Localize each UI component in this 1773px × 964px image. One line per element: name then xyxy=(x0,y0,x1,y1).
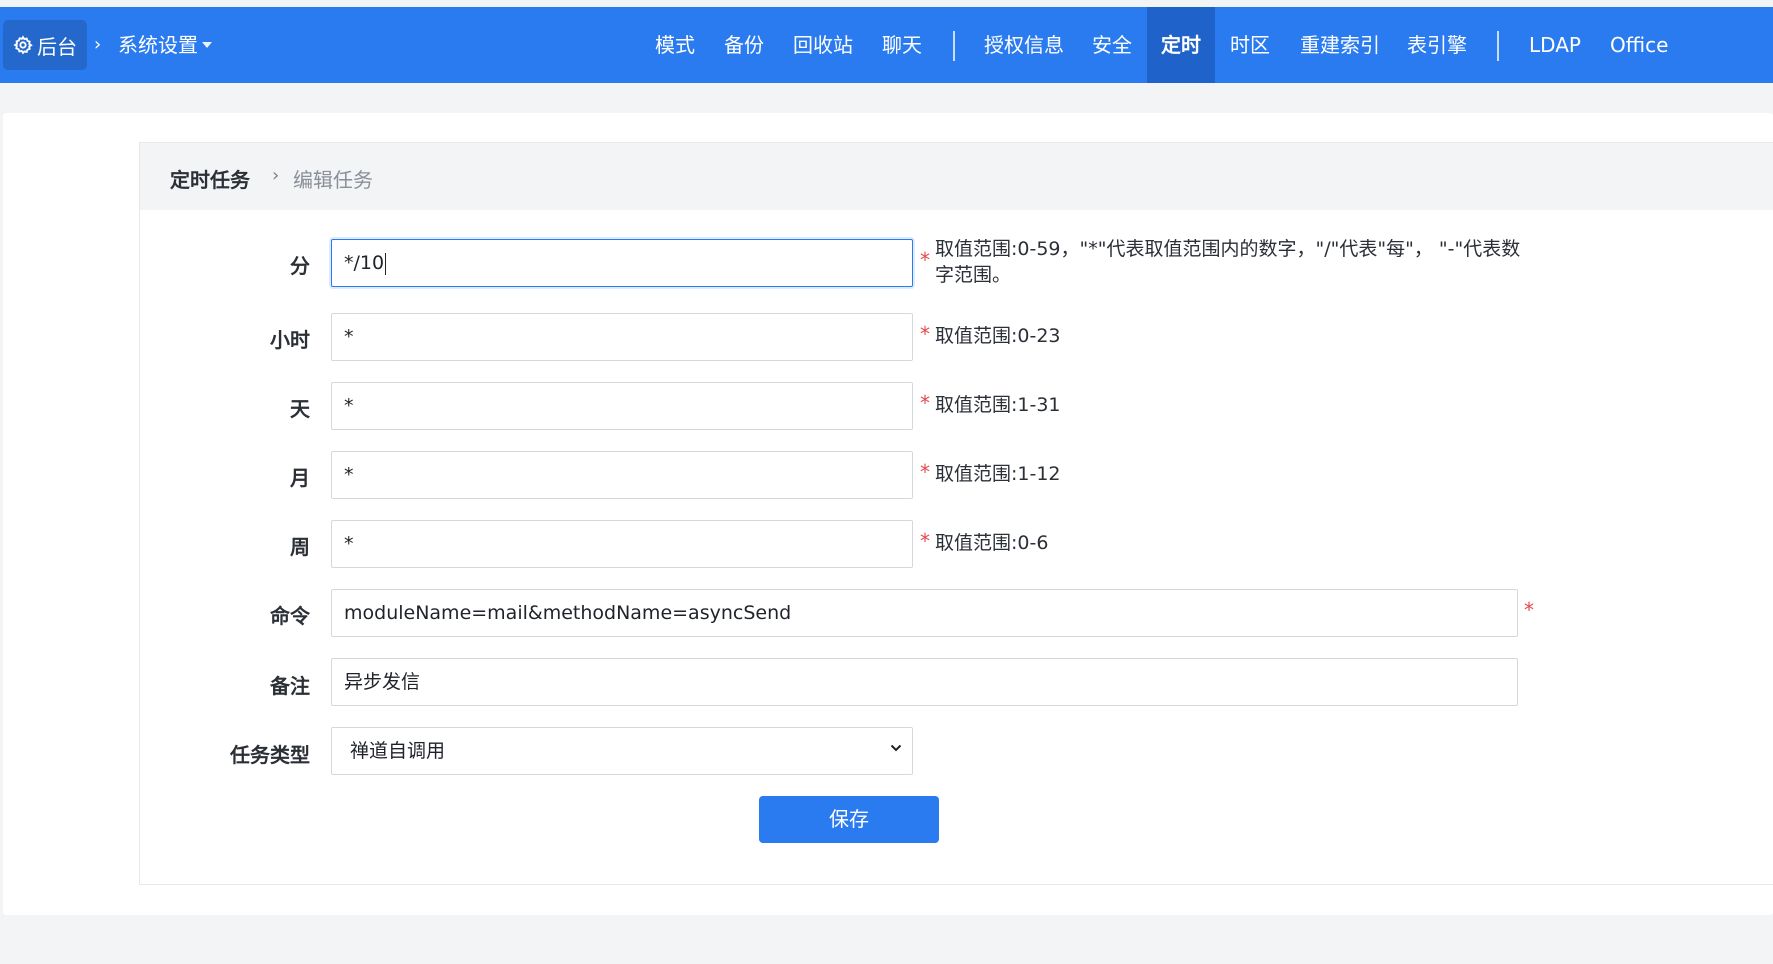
command-label: 命令 xyxy=(270,604,310,628)
save-button[interactable]: 保存 xyxy=(759,796,939,843)
required-mark: * xyxy=(920,529,930,553)
nav-backup[interactable]: 备份 xyxy=(724,7,764,83)
nav-chat[interactable]: 聊天 xyxy=(882,7,922,83)
week-hint: 取值范围:0-6 xyxy=(935,532,1049,554)
command-input[interactable]: moduleName=mail&methodName=asyncSend xyxy=(331,589,1518,637)
panel-title[interactable]: 定时任务 xyxy=(170,164,250,193)
remark-label: 备注 xyxy=(270,674,310,698)
minute-value: */10 xyxy=(344,252,385,274)
system-settings-label: 系统设置 xyxy=(118,33,198,57)
required-mark: * xyxy=(920,460,930,484)
hour-input[interactable]: * xyxy=(331,313,913,361)
panel-subtitle: 编辑任务 xyxy=(293,168,373,192)
month-hint: 取值范围:1-12 xyxy=(935,463,1061,485)
week-label: 周 xyxy=(290,535,310,559)
required-mark: * xyxy=(920,391,930,415)
top-navbar: 后台 › 系统设置 模式 备份 回收站 聊天 授权信息 安全 定时 时区 重建索… xyxy=(0,7,1773,83)
required-mark: * xyxy=(920,322,930,346)
minute-hint: 取值范围:0-59，"*"代表取值范围内的数字，"/"代表"每"， "-"代表数… xyxy=(935,238,1521,286)
panel-header: 定时任务 › 编辑任务 xyxy=(140,143,1773,210)
month-input[interactable]: * xyxy=(331,451,913,499)
nav-separator xyxy=(953,31,955,61)
system-settings-dropdown[interactable]: 系统设置 xyxy=(118,32,212,58)
day-label: 天 xyxy=(290,397,310,421)
minute-label: 分 xyxy=(290,254,310,278)
gear-icon xyxy=(13,35,33,55)
nav-license-info[interactable]: 授权信息 xyxy=(984,7,1064,83)
nav-security[interactable]: 安全 xyxy=(1092,7,1132,83)
nav-office[interactable]: Office xyxy=(1610,7,1668,83)
nav-rebuild-index[interactable]: 重建索引 xyxy=(1300,7,1380,83)
nav-mode[interactable]: 模式 xyxy=(655,7,695,83)
task-type-select[interactable]: 禅道自调用 xyxy=(331,727,913,775)
week-input[interactable]: * xyxy=(331,520,913,568)
required-mark: * xyxy=(920,248,930,272)
minute-input[interactable]: */10 xyxy=(331,239,913,287)
nav-ldap[interactable]: LDAP xyxy=(1529,7,1581,83)
text-cursor xyxy=(385,252,387,275)
remark-input[interactable]: 异步发信 xyxy=(331,658,1518,706)
admin-home-label: 后台 xyxy=(37,34,77,59)
caret-down-icon xyxy=(202,42,212,48)
nav-table-engine[interactable]: 表引擎 xyxy=(1407,7,1467,83)
hour-label: 小时 xyxy=(270,328,310,352)
task-type-label: 任务类型 xyxy=(230,743,310,767)
admin-home-button[interactable]: 后台 xyxy=(3,20,87,70)
nav-recycle-bin[interactable]: 回收站 xyxy=(793,7,853,83)
day-input[interactable]: * xyxy=(331,382,913,430)
nav-cron[interactable]: 定时 xyxy=(1147,7,1215,83)
nav-separator xyxy=(1497,31,1499,61)
nav-timezone[interactable]: 时区 xyxy=(1230,7,1270,83)
month-label: 月 xyxy=(290,466,310,490)
chevron-down-icon xyxy=(890,744,902,752)
hour-hint: 取值范围:0-23 xyxy=(935,325,1061,347)
breadcrumb-arrow: › xyxy=(272,165,280,186)
breadcrumb-arrow: › xyxy=(94,34,102,55)
task-type-value: 禅道自调用 xyxy=(350,740,446,762)
required-mark: * xyxy=(1524,598,1534,622)
day-hint: 取值范围:1-31 xyxy=(935,394,1061,416)
